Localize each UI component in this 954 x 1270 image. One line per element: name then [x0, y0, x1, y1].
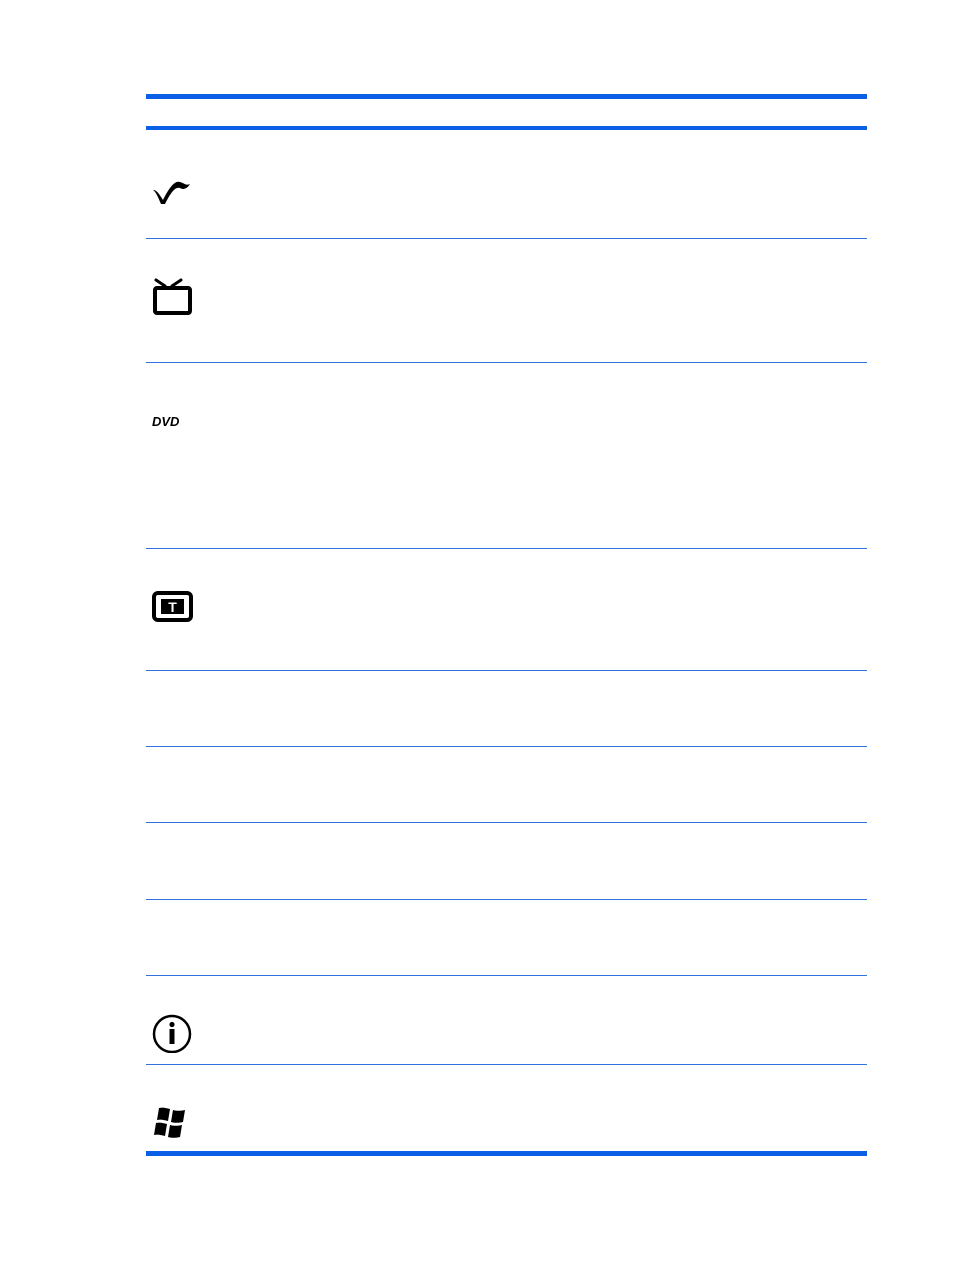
row-divider [146, 238, 867, 239]
teletext-letter: T [168, 599, 177, 615]
table-top-rule [146, 94, 867, 99]
row-divider [146, 822, 867, 823]
row-divider [146, 548, 867, 549]
dvd-logo-text: DVD [152, 414, 180, 429]
row-divider [146, 1064, 867, 1065]
row-divider [146, 670, 867, 671]
green-button-icon [150, 170, 196, 210]
row-divider [146, 975, 867, 976]
info-icon [150, 1013, 196, 1053]
teletext-icon: T [150, 588, 196, 628]
dvd-menu-icon: DVD [150, 404, 196, 444]
row-divider [146, 899, 867, 900]
row-divider [146, 362, 867, 363]
table-bottom-rule [146, 1151, 867, 1156]
row-divider [146, 746, 867, 747]
windows-logo-icon [150, 1104, 196, 1144]
table-header-rule [146, 126, 867, 130]
live-tv-icon [150, 278, 196, 318]
